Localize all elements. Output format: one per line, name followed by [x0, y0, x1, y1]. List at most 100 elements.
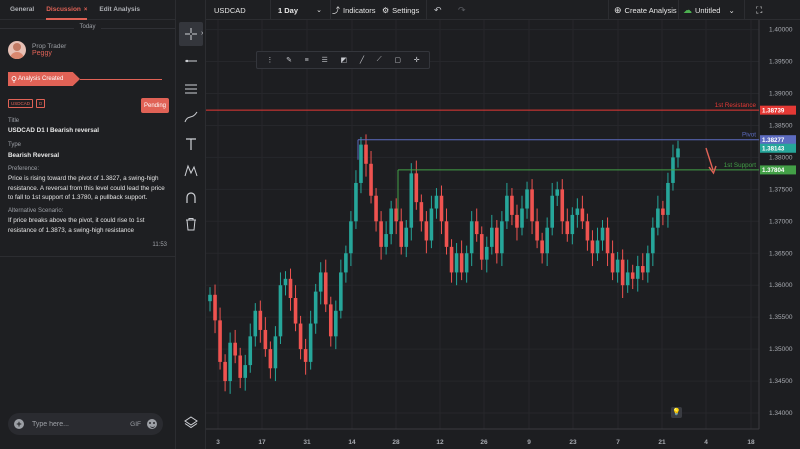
candle-body: [238, 355, 242, 378]
pin-icon: [11, 75, 17, 83]
candle-body: [449, 246, 454, 273]
pen-icon[interactable]: ✎: [286, 56, 292, 64]
brush-icon[interactable]: [179, 105, 203, 129]
price-chart[interactable]: 1.40000 1.39500 1.39000 1.38500 1.38000 1.375…: [206, 20, 800, 449]
symbol-chips: USDCAD D: [8, 99, 46, 108]
candle-body: [288, 278, 293, 298]
extend-line-icon[interactable]: ⟋: [377, 56, 382, 64]
topbar-divider: [608, 0, 609, 20]
candle-body: [605, 227, 610, 254]
tab-edit-analysis[interactable]: Edit Analysis: [99, 0, 140, 20]
y-tick-label: 1.38500: [769, 122, 793, 129]
text-icon[interactable]: [179, 132, 203, 156]
fullscreen-icon[interactable]: ⛶: [756, 0, 762, 20]
drawing-options-bar: ⋮ ✎ ≡ ☰ ◩ ╱ ⟋ ▢ ✛: [256, 51, 430, 69]
candle-body: [656, 208, 660, 228]
pattern-icon[interactable]: [179, 159, 203, 183]
candle-body: [409, 173, 414, 228]
x-tick-label: 28: [392, 439, 400, 446]
message-timestamp: 11:53: [152, 242, 167, 248]
magnet-icon[interactable]: [179, 186, 203, 210]
lightbulb-icon[interactable]: 💡: [671, 407, 682, 418]
plus-icon: ⊕: [614, 4, 622, 15]
close-icon[interactable]: ×: [84, 7, 88, 13]
crosshair-icon[interactable]: [179, 22, 203, 46]
indicators-button[interactable]: ⤴ Indicators: [332, 0, 376, 20]
candle-body: [303, 349, 308, 362]
line-width-icon[interactable]: ☰: [321, 56, 327, 64]
draw-line-icon[interactable]: ╱: [360, 56, 364, 64]
layout-selector[interactable]: ☁ Untitled ⌄: [683, 0, 735, 20]
author-name[interactable]: Peggy: [32, 50, 66, 57]
y-tick-label: 1.34500: [769, 378, 793, 385]
emoji-icon[interactable]: [147, 419, 157, 429]
gif-button[interactable]: GIF: [130, 421, 141, 428]
candle-body: [479, 234, 484, 260]
candle-body: [550, 195, 554, 228]
alternative-label: Alternative Scenario:: [8, 208, 64, 214]
candle-body: [248, 336, 253, 366]
candle-body: [228, 342, 232, 382]
chart-canvas[interactable]: 1.40000 1.39500 1.39000 1.38500 1.38000 1.375…: [206, 20, 800, 449]
tab-general[interactable]: General: [10, 0, 34, 20]
candle-body: [661, 208, 665, 215]
candle-body: [555, 189, 560, 196]
level-label: 1st Support: [724, 162, 756, 169]
y-tick-label: 1.37500: [769, 186, 793, 193]
candle-body: [646, 253, 650, 273]
candle-body: [676, 148, 680, 158]
candle-body: [223, 361, 227, 382]
horizontal-line-icon[interactable]: [179, 49, 203, 73]
drag-handle-icon[interactable]: ⋮: [266, 56, 273, 64]
create-analysis-button[interactable]: ⊕ Create Analysis: [614, 0, 677, 20]
candle-body: [530, 189, 534, 222]
gear-icon: ⚙: [382, 5, 390, 15]
settings-button[interactable]: ⚙ Settings: [382, 0, 419, 20]
candle-body: [328, 304, 333, 337]
candle-body: [590, 240, 595, 254]
candle-body: [323, 272, 328, 305]
crosshair-small-icon[interactable]: ✛: [414, 56, 420, 64]
avatar[interactable]: [8, 41, 26, 59]
pending-button[interactable]: Pending: [141, 98, 169, 113]
status-banner: Analysis Created: [8, 72, 80, 86]
add-attachment-icon[interactable]: +: [14, 419, 24, 429]
x-tick-label: 17: [258, 439, 266, 446]
candle-body: [439, 195, 444, 222]
candle-body: [278, 285, 283, 337]
rectangle-icon[interactable]: ▢: [394, 56, 401, 64]
candle-body: [339, 272, 343, 311]
chevron-down-icon: ⌄: [728, 5, 735, 15]
fill-icon[interactable]: ◩: [340, 56, 347, 64]
candle-body: [635, 266, 640, 279]
chat-input[interactable]: [32, 420, 131, 428]
candle-body: [308, 323, 313, 362]
undo-icon[interactable]: ↶: [434, 0, 442, 20]
line-style-icon[interactable]: ≡: [305, 57, 309, 64]
alternative-value: If price breaks above the pivot, it coul…: [8, 217, 145, 234]
tab-discussion[interactable]: Discussion ×: [46, 0, 88, 20]
redo-icon[interactable]: ↷: [458, 0, 466, 20]
channel-icon[interactable]: [179, 77, 203, 101]
candle-body: [369, 163, 373, 196]
layers-icon[interactable]: [179, 410, 203, 434]
chat-input-bar: + GIF: [8, 413, 163, 435]
candle-body: [419, 202, 424, 222]
candle-body: [313, 291, 318, 324]
candle-body: [620, 259, 625, 286]
candle-body: [218, 320, 222, 362]
timeframe-selector[interactable]: 1 Day ⌄: [278, 0, 322, 20]
x-tick-label: 7: [616, 439, 620, 446]
candle-body: [364, 144, 368, 164]
trash-icon[interactable]: [179, 212, 203, 236]
drawing-toolbar: ›: [176, 0, 206, 449]
candle-body: [374, 195, 378, 222]
candle-body: [454, 253, 459, 273]
candle-body: [349, 221, 353, 254]
candle-body: [625, 272, 630, 286]
candle-body: [535, 221, 539, 241]
expand-arrow-icon[interactable]: ›: [201, 30, 203, 37]
symbol-selector[interactable]: USDCAD: [214, 0, 246, 20]
candle-body: [208, 294, 212, 302]
x-tick-label: 3: [216, 439, 220, 446]
